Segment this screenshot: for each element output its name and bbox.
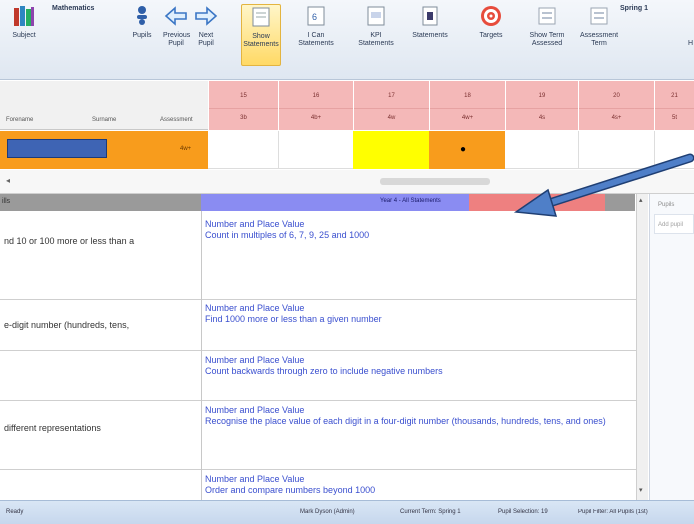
statements-button[interactable]: Statements [410, 4, 450, 66]
side-panel: Pupils Add pupil [649, 194, 694, 500]
status-ready: Ready [6, 509, 24, 515]
statements-icon [422, 6, 438, 26]
targets-button[interactable]: Targets [474, 4, 508, 66]
statement-text[interactable]: Count in multiples of 6, 7, 9, 25 and 10… [205, 230, 625, 241]
kpi-statements-button[interactable]: KPI Statements [356, 4, 396, 66]
statement-category[interactable]: Number and Place Value [205, 405, 625, 416]
vertical-scrollbar[interactable]: ▴ ▾ [636, 194, 648, 500]
pupil-row[interactable]: 4w+ [0, 131, 694, 169]
current-level-marker: ● [460, 144, 467, 155]
cell-in-progress[interactable] [353, 131, 429, 169]
scroll-down-icon[interactable]: ▾ [639, 486, 643, 494]
status-term: Current Term: Spring 1 [400, 509, 461, 515]
status-filter: Pupil Filter: All Pupils (1st) [578, 509, 648, 515]
statements-band-title: Year 4 - All Statements [380, 198, 441, 204]
ribbon-overflow-label: H [688, 40, 694, 47]
pupils-button[interactable]: Pupils [129, 4, 155, 66]
assessment-header[interactable]: Assessment [160, 117, 193, 123]
forename-header[interactable]: Forename [6, 117, 33, 123]
grid-column-18[interactable]: 18 4w+ [429, 81, 505, 130]
grid-column-15[interactable]: 15 3b [208, 81, 278, 130]
show-statements-button[interactable]: Show Statements [241, 4, 281, 66]
grid-column-17[interactable]: 17 4w [353, 81, 429, 130]
statement-left-text: e-digit number (hundreds, tens, [4, 320, 130, 330]
status-user: Mark Dyson (Admin) [300, 509, 355, 515]
band-left [0, 194, 201, 211]
statements-left-header: ills [2, 198, 11, 205]
grid-column-19[interactable]: 19 4s [505, 81, 578, 130]
right-arrow-icon [195, 6, 218, 26]
subject-title: Mathematics [52, 5, 95, 12]
ribbon-toolbar: Mathematics Subject Pupils Previous Pupi… [0, 0, 694, 80]
statement-category[interactable]: Number and Place Value [205, 355, 625, 366]
subject-button[interactable]: Subject [6, 4, 42, 66]
pupil-assessment-value: 4w+ [180, 146, 192, 152]
show-statements-icon [252, 7, 270, 27]
target-icon [481, 6, 501, 26]
pupils-icon [137, 6, 147, 25]
i-can-statements-button[interactable]: 6 I Can Statements [296, 4, 336, 66]
statement-left-text: nd 10 or 100 more or less than a [4, 236, 135, 246]
left-arrow-icon [164, 6, 187, 26]
column-divider [578, 131, 579, 169]
assessment-term-icon [590, 7, 608, 25]
scroll-left-icon[interactable]: ◂ [6, 176, 10, 185]
table-row[interactable]: different representations Number and Pla… [0, 401, 636, 470]
svg-text:6: 6 [312, 12, 317, 22]
term-dropdown[interactable]: Spring 1 [620, 5, 648, 12]
statement-text[interactable]: Recognise the place value of each digit … [205, 416, 625, 427]
books-icon [14, 6, 34, 26]
scroll-up-icon[interactable]: ▴ [639, 196, 643, 204]
assessment-grid-header: Forename Surname Assessment 15 3b 16 4b+… [0, 81, 694, 130]
table-column-divider [201, 211, 202, 500]
status-bar: Ready Mark Dyson (Admin) Current Term: S… [0, 500, 694, 524]
statement-category[interactable]: Number and Place Value [205, 219, 625, 230]
side-panel-placeholder: Add pupil [658, 222, 684, 228]
i-can-icon: 6 [307, 6, 325, 26]
statement-category[interactable]: Number and Place Value [205, 474, 625, 485]
table-row[interactable]: Number and Place Value Order and compare… [0, 470, 636, 500]
pupil-name-redacted [7, 139, 107, 158]
statements-table: nd 10 or 100 more or less than a Number … [0, 211, 636, 500]
horizontal-scrollbar[interactable]: ◂ [0, 170, 694, 194]
statement-left-text: different representations [4, 423, 101, 433]
table-row[interactable]: nd 10 or 100 more or less than a Number … [0, 211, 636, 300]
status-selection: Pupil Selection: 19 [498, 509, 548, 515]
table-row[interactable]: Number and Place Value Count backwards t… [0, 351, 636, 401]
show-term-assessed-button[interactable]: Show Term Assessed [526, 4, 568, 66]
kpi-icon [367, 6, 385, 26]
cell-current-level[interactable] [429, 131, 505, 169]
side-panel-title: Pupils [658, 202, 675, 208]
assessment-term-button[interactable]: Assessment Term [578, 4, 620, 66]
column-divider [654, 131, 655, 169]
previous-pupil-button[interactable]: Previous Pupil [163, 4, 190, 66]
statement-text[interactable]: Find 1000 more or less than a given numb… [205, 314, 625, 325]
column-divider [278, 131, 279, 169]
statement-text[interactable]: Count backwards through zero to include … [205, 366, 625, 377]
band-right [605, 194, 635, 211]
surname-header[interactable]: Surname [92, 117, 116, 123]
grid-column-20[interactable]: 20 4s+ [578, 81, 654, 130]
grid-column-16[interactable]: 16 4b+ [278, 81, 353, 130]
band-target [469, 194, 605, 211]
table-row[interactable]: e-digit number (hundreds, tens, Number a… [0, 300, 636, 351]
term-assessed-icon [538, 7, 556, 25]
scroll-thumb[interactable] [380, 178, 490, 185]
grid-column-21[interactable]: 21 5t [654, 81, 694, 130]
statement-text[interactable]: Order and compare numbers beyond 1000 [205, 485, 625, 496]
next-pupil-button[interactable]: Next Pupil [193, 4, 219, 66]
statement-category[interactable]: Number and Place Value [205, 303, 625, 314]
